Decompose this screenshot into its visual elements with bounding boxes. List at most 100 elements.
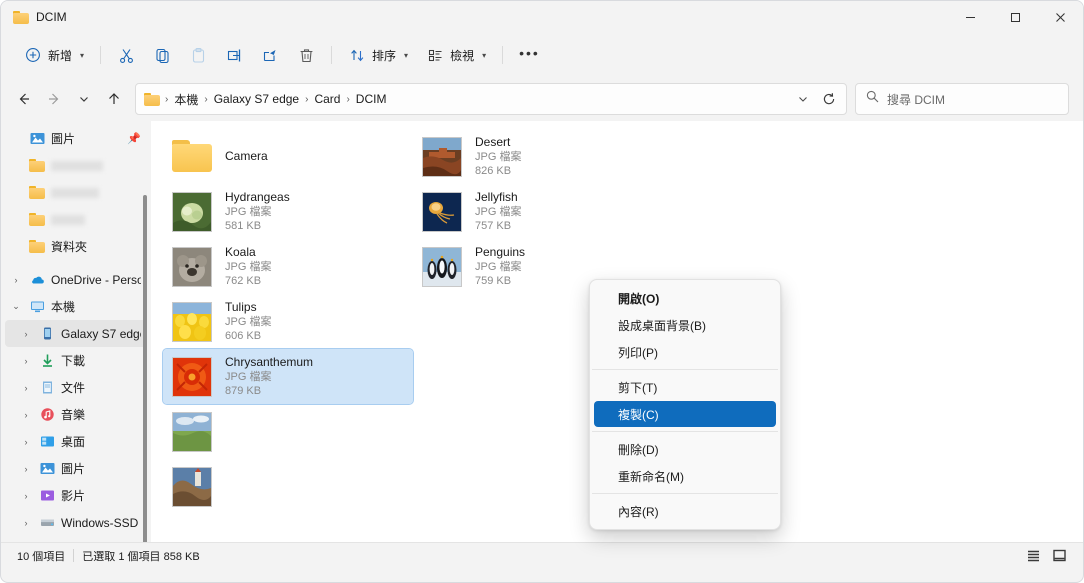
chevron-right-icon[interactable]: › — [19, 464, 33, 474]
sidebar-item-galaxy-s7-edge[interactable]: › Galaxy S7 edge — [5, 320, 147, 347]
minimize-button[interactable] — [948, 1, 993, 33]
chevron-right-icon[interactable]: › — [9, 275, 23, 285]
file-meta: Hydrangeas JPG 檔案 581 KB — [225, 190, 290, 233]
chevron-right-icon[interactable]: › — [19, 383, 33, 393]
sort-button[interactable]: 排序 ▾ — [339, 39, 417, 71]
sidebar-scrollbar[interactable] — [143, 195, 147, 542]
context-menu-item-open[interactable]: 開啟(O) — [594, 285, 776, 311]
pc-icon — [29, 299, 45, 315]
recent-locations-button[interactable] — [69, 84, 99, 114]
sort-button-label: 排序 — [372, 48, 397, 63]
sidebar-item-videos[interactable]: › 影片 — [5, 482, 147, 509]
file-name: Hydrangeas — [225, 190, 290, 204]
chevron-right-icon[interactable]: › — [19, 356, 33, 366]
sidebar-item-pictures[interactable]: › 圖片 — [5, 455, 147, 482]
sidebar-item-folder[interactable]: 資料夾 — [5, 233, 147, 260]
sidebar-item-pictures-quick[interactable]: 圖片 📌 — [5, 125, 147, 152]
new-button-label: 新增 — [48, 48, 73, 63]
sidebar-item-label: Windows-SSD ( — [61, 515, 141, 530]
chevron-right-icon[interactable]: › — [19, 518, 33, 528]
more-options-button[interactable]: ••• — [510, 39, 549, 71]
sidebar-item-downloads[interactable]: › 下載 — [5, 347, 147, 374]
context-menu-item-rename[interactable]: 重新命名(M) — [594, 463, 776, 489]
breadcrumb-item-1[interactable]: Galaxy S7 edge — [209, 89, 304, 109]
sidebar-item-this-pc[interactable]: ⌄ 本機 — [5, 293, 147, 320]
context-menu-item-print[interactable]: 列印(P) — [594, 339, 776, 365]
sidebar-item-desktop[interactable]: › 桌面 — [5, 428, 147, 455]
folder-icon — [29, 212, 45, 228]
list-item[interactable] — [163, 459, 413, 514]
address-dropdown-button[interactable] — [790, 86, 816, 112]
sidebar-item-blurred-1[interactable] — [5, 152, 147, 179]
sidebar-item-blurred-2[interactable] — [5, 179, 147, 206]
file-type: JPG 檔案 — [225, 371, 272, 383]
search-input[interactable]: 搜尋 DCIM — [887, 91, 945, 108]
share-button[interactable] — [252, 39, 288, 71]
file-size: 826 KB — [475, 165, 512, 177]
copy-button[interactable] — [144, 39, 180, 71]
up-button[interactable] — [99, 84, 129, 114]
context-menu-item-set-as-wallpaper[interactable]: 設成桌面背景(B) — [594, 312, 776, 338]
file-meta: Camera — [225, 149, 268, 164]
chevron-right-icon[interactable]: › — [19, 410, 33, 420]
context-menu[interactable]: 開啟(O) 設成桌面背景(B) 列印(P) 剪下(T) 複製(C) 刪除(D) … — [589, 279, 781, 530]
address-bar[interactable]: › 本機 › Galaxy S7 edge › Card › DCIM — [135, 83, 847, 115]
sidebar-item-windows-ssd[interactable]: › Windows-SSD ( — [5, 509, 147, 536]
context-menu-item-delete[interactable]: 刪除(D) — [594, 436, 776, 462]
file-thumbnail — [169, 464, 215, 510]
maximize-button[interactable] — [993, 1, 1038, 33]
pin-icon[interactable]: 📌 — [127, 132, 141, 145]
list-item[interactable]: Desert JPG 檔案 826 KB — [413, 129, 663, 184]
breadcrumb-item-3[interactable]: DCIM — [351, 89, 392, 109]
view-button[interactable]: 檢視 ▾ — [417, 39, 495, 71]
toolbar-divider-3 — [502, 46, 504, 64]
list-item-selected[interactable]: Chrysanthemum JPG 檔案 879 KB — [162, 348, 414, 405]
file-list-pane[interactable]: Camera Hydrangeas JPG 檔案 581 KB Koala JP… — [151, 121, 1083, 542]
view-toggle-group — [1021, 545, 1075, 567]
sidebar-item-documents[interactable]: › 文件 — [5, 374, 147, 401]
back-button[interactable] — [9, 84, 39, 114]
copy-icon — [153, 46, 171, 64]
file-name: Jellyfish — [475, 190, 518, 204]
address-folder-icon — [144, 92, 160, 106]
list-item[interactable] — [163, 404, 413, 459]
breadcrumb-item-2[interactable]: Card — [309, 89, 345, 109]
chevron-right-icon[interactable]: › — [19, 437, 33, 447]
window-controls — [948, 1, 1083, 33]
list-item[interactable]: Hydrangeas JPG 檔案 581 KB — [163, 184, 413, 239]
sidebar-item-blurred-3[interactable] — [5, 206, 147, 233]
downloads-icon — [39, 353, 55, 369]
large-icons-view-button[interactable] — [1047, 545, 1071, 567]
file-thumbnail — [169, 244, 215, 290]
onedrive-icon — [29, 272, 45, 288]
context-menu-item-properties[interactable]: 內容(R) — [594, 498, 776, 524]
new-button[interactable]: 新增 ▾ — [15, 39, 93, 71]
delete-button[interactable] — [288, 39, 324, 71]
list-item[interactable]: Tulips JPG 檔案 606 KB — [163, 294, 413, 349]
paste-button[interactable] — [180, 39, 216, 71]
file-name: Camera — [225, 149, 268, 163]
phone-icon — [39, 326, 55, 342]
sidebar-item-onedrive[interactable]: › OneDrive - Perso — [5, 266, 147, 293]
search-box[interactable]: 搜尋 DCIM — [855, 83, 1069, 115]
breadcrumb-item-0[interactable]: 本機 — [169, 88, 203, 111]
list-item[interactable]: Camera — [163, 129, 413, 184]
sidebar-item-data-drive[interactable]: › Data (D:) — [5, 536, 147, 542]
context-menu-item-cut[interactable]: 剪下(T) — [594, 374, 776, 400]
list-item[interactable]: Jellyfish JPG 檔案 757 KB — [413, 184, 663, 239]
context-menu-item-copy[interactable]: 複製(C) — [594, 401, 776, 427]
rename-button[interactable] — [216, 39, 252, 71]
chevron-right-icon[interactable]: › — [19, 329, 33, 339]
chevron-right-icon[interactable]: › — [19, 491, 33, 501]
refresh-button[interactable] — [816, 86, 842, 112]
chevron-down-icon[interactable]: ⌄ — [9, 301, 23, 312]
file-explorer-window: DCIM 新增 ▾ 排序 ▾ 檢視 ▾ ••• › 本機 › Galaxy S7… — [0, 0, 1084, 583]
forward-button[interactable] — [39, 84, 69, 114]
rename-icon — [225, 46, 243, 64]
sidebar-item-music[interactable]: › 音樂 — [5, 401, 147, 428]
list-item[interactable]: Koala JPG 檔案 762 KB — [163, 239, 413, 294]
details-view-button[interactable] — [1021, 545, 1045, 567]
drive-icon — [39, 515, 55, 531]
cut-button[interactable] — [108, 39, 144, 71]
close-button[interactable] — [1038, 1, 1083, 33]
